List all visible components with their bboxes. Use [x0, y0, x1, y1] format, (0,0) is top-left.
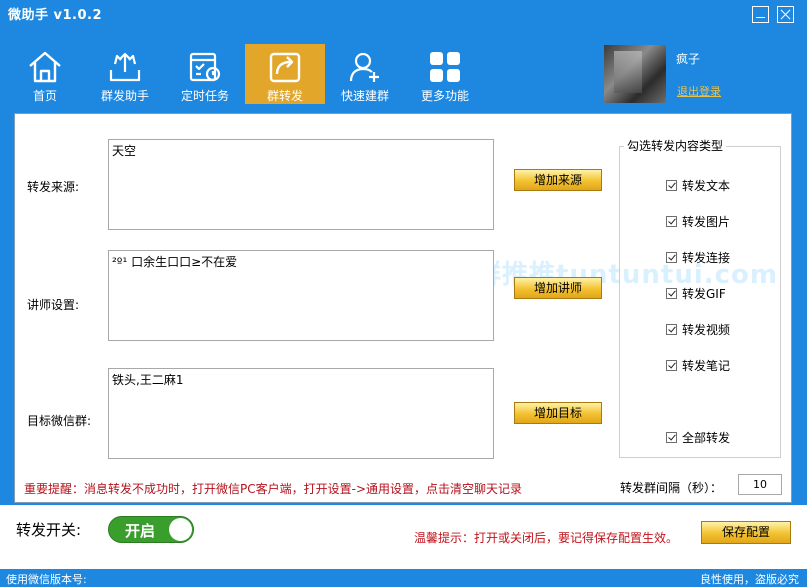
save-hint: 温馨提示：打开或关闭后，要记得保存配置生效。 — [414, 531, 679, 545]
toggle-knob — [169, 518, 192, 541]
home-icon — [29, 51, 61, 83]
add-lecturer-button[interactable]: 增加讲师 — [514, 277, 602, 299]
checkbox-checked-icon — [666, 324, 677, 335]
lecturer-label: 讲师设置: — [27, 298, 80, 312]
forward-video-checkbox[interactable]: 转发视频 — [666, 321, 730, 338]
schedule-icon — [189, 52, 221, 82]
forward-switch-label: 转发开关: — [16, 521, 82, 539]
app-title: 微助手 v1.0.2 — [8, 8, 103, 23]
broadcast-icon — [109, 52, 141, 82]
checkbox-label: 全部转发 — [682, 431, 731, 445]
checkbox-checked-icon — [666, 288, 677, 299]
forward-settings-panel: 群推推tuntuntui.com 转发来源: 天空 增加来源 讲师设置: ²º¹… — [14, 113, 792, 503]
nav-quick-group[interactable]: 快速建群 — [325, 44, 405, 104]
checkbox-label: 转发视频 — [682, 323, 731, 337]
checkbox-label: 转发GIF — [682, 287, 726, 301]
avatar — [604, 45, 666, 103]
checkbox-label: 转发笔记 — [682, 359, 731, 373]
forward-toggle[interactable]: 开启 — [108, 516, 194, 543]
app-window: 微助手 v1.0.2 首页 群发助手 定时任务 群转发 快速建群 更多功能 疯子… — [0, 0, 807, 587]
add-source-button[interactable]: 增加来源 — [514, 169, 602, 191]
close-button[interactable] — [777, 6, 794, 23]
nav-label: 快速建群 — [340, 89, 389, 103]
toggle-state: 开启 — [125, 522, 156, 540]
checkbox-checked-icon — [666, 252, 677, 263]
forward-gif-checkbox[interactable]: 转发GIF — [666, 285, 726, 302]
important-notice: 重要提醒：消息转发不成功时，打开微信PC客户端，打开设置->通用设置，点击清空聊… — [24, 482, 523, 496]
source-label: 转发来源: — [27, 180, 80, 194]
add-user-icon — [349, 52, 379, 82]
wechat-version-label: 使用微信版本号: — [6, 573, 87, 586]
status-bar: 使用微信版本号: 良性使用，盗版必究 — [0, 569, 807, 587]
copyright-notice: 良性使用，盗版必究 — [700, 573, 799, 586]
save-config-button[interactable]: 保存配置 — [701, 521, 791, 544]
nav-schedule[interactable]: 定时任务 — [165, 44, 245, 104]
share-icon — [269, 52, 301, 83]
main-nav: 首页 群发助手 定时任务 群转发 快速建群 更多功能 — [5, 44, 485, 104]
checkbox-checked-icon — [666, 180, 677, 191]
forward-link-checkbox[interactable]: 转发连接 — [666, 249, 730, 266]
nav-group-forward[interactable]: 群转发 — [245, 44, 325, 104]
checkbox-label: 转发文本 — [682, 179, 731, 193]
nav-label: 群转发 — [266, 89, 303, 103]
target-textarea[interactable]: 铁头,王二麻1 — [108, 368, 494, 459]
checkbox-label: 转发图片 — [682, 215, 731, 229]
checkbox-label: 转发连接 — [682, 251, 731, 265]
nav-broadcast[interactable]: 群发助手 — [85, 44, 165, 104]
nav-home[interactable]: 首页 — [5, 44, 85, 104]
bottom-bar: 转发开关: 开启 温馨提示：打开或关闭后，要记得保存配置生效。 保存配置 — [0, 505, 807, 569]
nav-label: 定时任务 — [180, 89, 229, 103]
forward-text-checkbox[interactable]: 转发文本 — [666, 177, 730, 194]
checkbox-checked-icon — [666, 360, 677, 371]
forward-image-checkbox[interactable]: 转发图片 — [666, 213, 730, 230]
grid-icon — [430, 52, 460, 82]
nav-label: 首页 — [32, 89, 57, 103]
source-textarea[interactable]: 天空 — [108, 139, 494, 230]
checkbox-checked-icon — [666, 432, 677, 443]
logout-link[interactable]: 退出登录 — [677, 83, 721, 99]
nav-label: 更多功能 — [420, 89, 469, 103]
add-target-button[interactable]: 增加目标 — [514, 402, 602, 424]
lecturer-textarea[interactable]: ²º¹ 口余生口口≥不在爱 — [108, 250, 494, 341]
forward-note-checkbox[interactable]: 转发笔记 — [666, 357, 730, 374]
interval-input[interactable]: 10 — [738, 474, 782, 495]
user-name: 疯子 — [676, 52, 701, 66]
nav-more[interactable]: 更多功能 — [405, 44, 485, 104]
interval-label: 转发群间隔（秒）： — [620, 481, 723, 495]
checkbox-checked-icon — [666, 216, 677, 227]
content-type-title: 勾选转发内容类型 — [624, 137, 727, 154]
target-label: 目标微信群: — [27, 414, 92, 428]
forward-all-checkbox[interactable]: 全部转发 — [666, 429, 730, 446]
nav-label: 群发助手 — [100, 89, 149, 103]
minimize-button[interactable] — [752, 6, 769, 23]
